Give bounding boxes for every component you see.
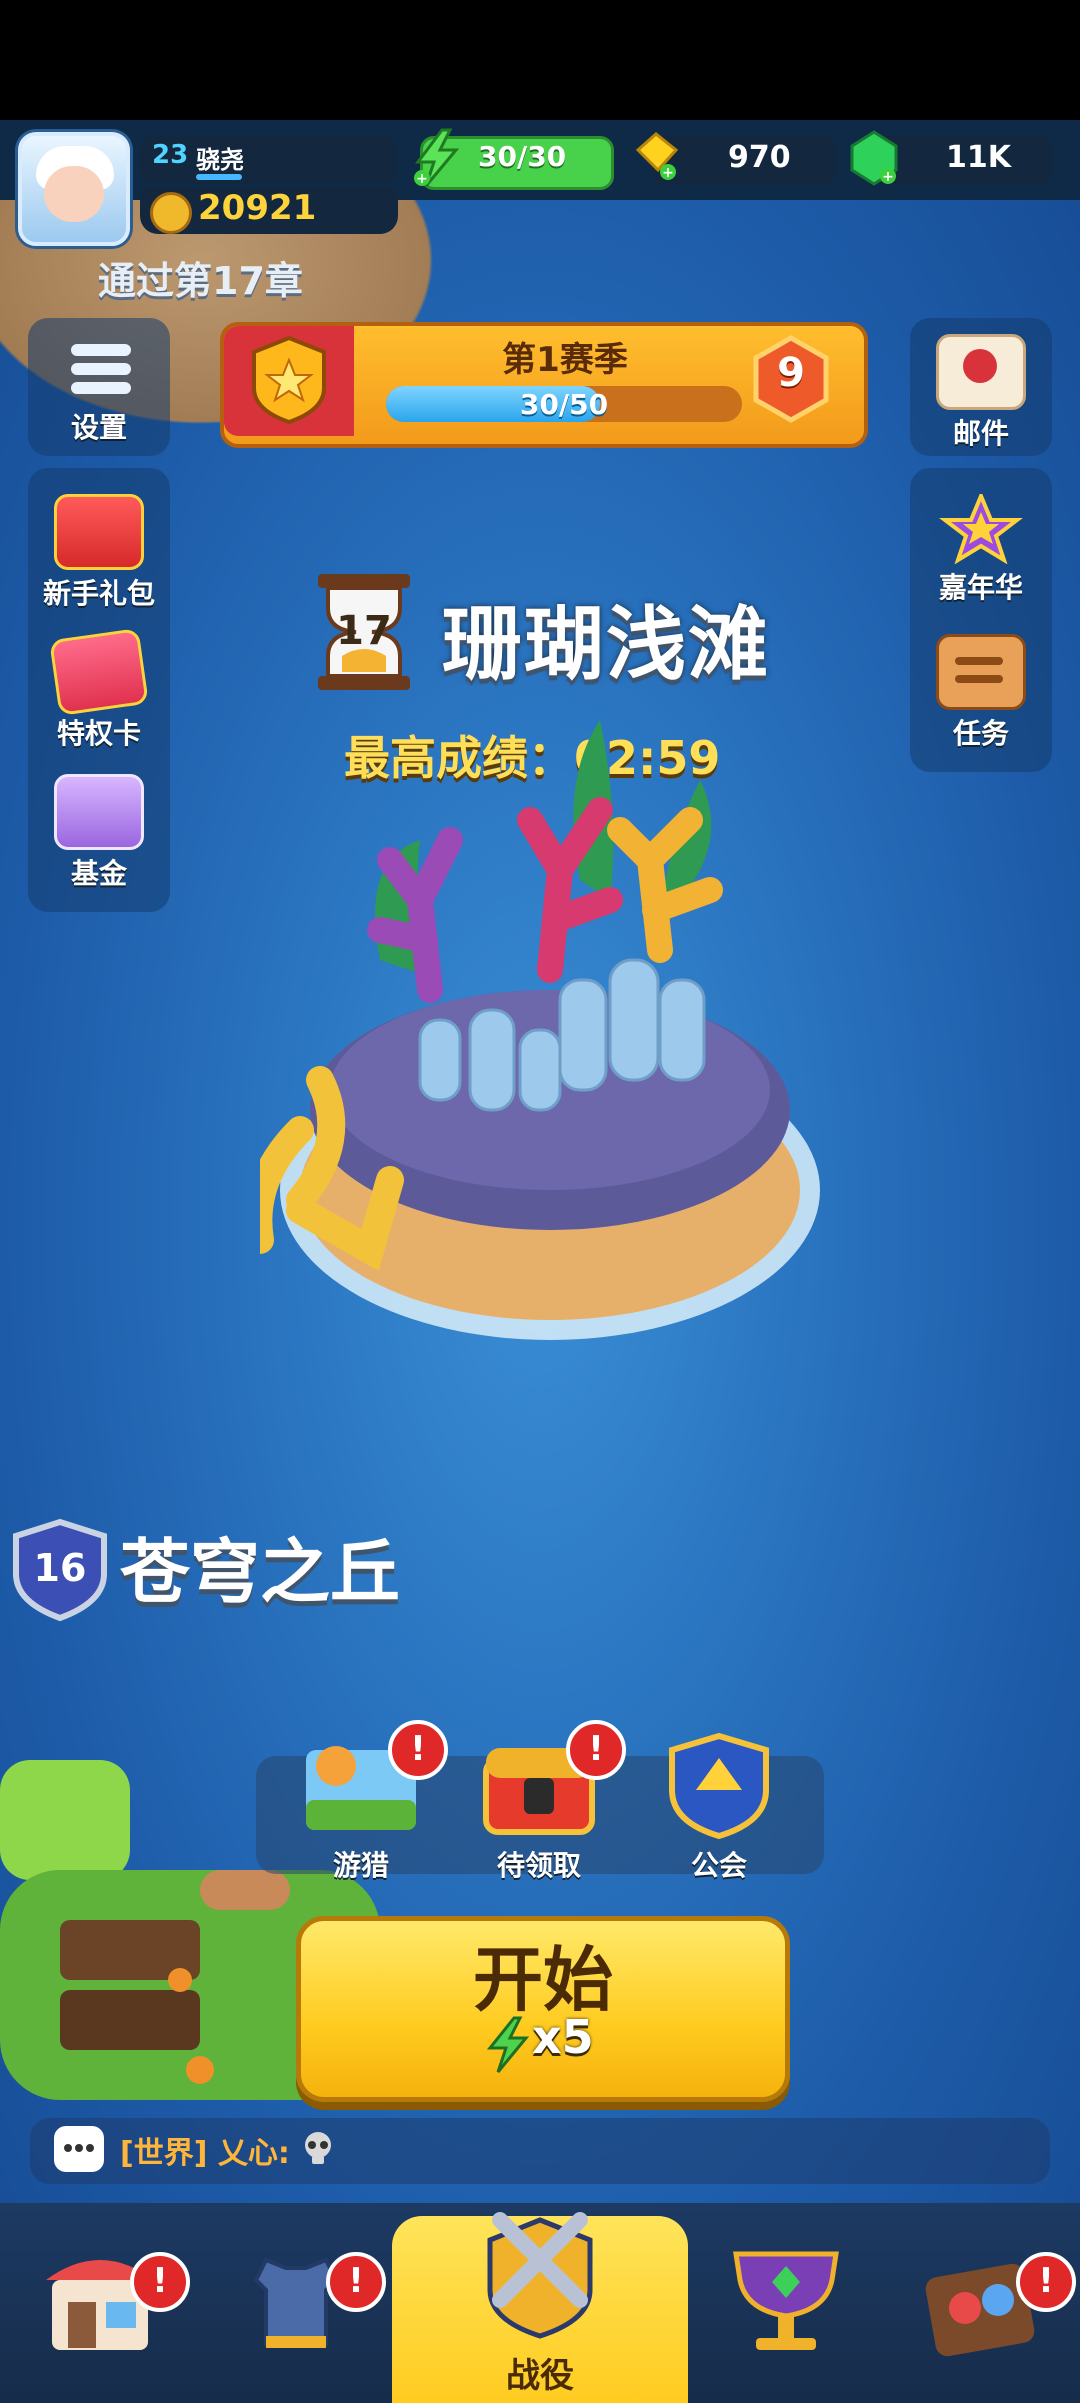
trophy-cup-icon: [733, 2251, 839, 2350]
carnival-label: 嘉年华: [938, 571, 1023, 604]
task-clipboard-icon: [936, 634, 1026, 710]
privilege-card-icon: [49, 628, 149, 716]
player-avatar[interactable]: [18, 132, 130, 246]
mail-envelope-icon: [936, 334, 1026, 410]
gold-value: 970: [728, 140, 791, 175]
guild-shield-icon: [669, 1732, 769, 1840]
carnival-star-icon: [939, 490, 1023, 565]
starter-pack-label: 新手礼包: [42, 577, 155, 610]
settings-label: 设置: [70, 411, 127, 444]
status-bar: [0, 0, 1080, 120]
pending-label: 待领取: [496, 1849, 581, 1882]
start-energy-cost: x5: [532, 2010, 594, 2064]
hunt-label: 游猎: [332, 1849, 389, 1882]
guild-button[interactable]: 公会: [654, 1730, 784, 1882]
guild-label: 公会: [690, 1849, 747, 1882]
gift-box-icon: [54, 494, 144, 570]
nav-ranking-tab[interactable]: [716, 2240, 856, 2380]
next-stage-number: 16: [33, 1546, 87, 1590]
treasure-chest-icon: [54, 774, 144, 850]
chat-message: [世界] 乂心:: [120, 2136, 290, 2171]
stage-number: 17: [336, 608, 392, 654]
privilege-card-button[interactable]: 特权卡: [28, 620, 170, 756]
svg-text:+: +: [416, 171, 428, 187]
svg-text:+: +: [662, 165, 674, 181]
events-alert-badge: !: [1016, 2252, 1076, 2312]
menu-list-icon: [57, 334, 141, 404]
fund-button[interactable]: 基金: [28, 760, 170, 896]
energy-bolt-icon: +: [414, 128, 460, 187]
season-star-badge-icon: [252, 335, 326, 425]
starter-pack-button[interactable]: 新手礼包: [28, 480, 170, 616]
gem-icon: +: [850, 130, 898, 186]
mail-label: 邮件: [952, 417, 1009, 450]
pending-alert-badge: !: [566, 1720, 626, 1780]
next-stage-name[interactable]: 苍穹之丘: [120, 1516, 400, 1617]
xp-bar: [196, 174, 242, 180]
equipment-alert-badge: !: [326, 2252, 386, 2312]
tasks-label: 任务: [952, 717, 1009, 750]
player-level: 23: [152, 140, 189, 170]
privilege-card-label: 特权卡: [56, 717, 141, 750]
shop-alert-badge: !: [130, 2252, 190, 2312]
carnival-button[interactable]: 嘉年华: [910, 480, 1052, 616]
chat-bubble-icon: [54, 2126, 104, 2172]
stage-name: 珊瑚浅滩: [442, 598, 770, 691]
settings-button[interactable]: 设置: [28, 320, 170, 456]
nav-campaign-tab[interactable]: [470, 2200, 610, 2340]
hunt-alert-badge: !: [388, 1720, 448, 1780]
trophy-count: 20921: [198, 188, 317, 228]
season-title: 第1赛季: [502, 340, 628, 380]
nav-campaign-label: 战役: [506, 2356, 574, 2396]
season-progress-text: 30/50: [519, 388, 609, 421]
energy-bolt-icon: [486, 2016, 530, 2073]
gem-value: 11K: [946, 140, 1011, 175]
skull-icon: [305, 2132, 331, 2164]
svg-text:+: +: [882, 169, 894, 185]
trophy-icon: [150, 192, 192, 234]
gold-bar-icon: +: [635, 132, 679, 181]
season-level: 9: [777, 350, 805, 396]
crossed-swords-icon: [487, 2212, 593, 2339]
coral-reef-island-image[interactable]: [260, 720, 820, 1360]
player-name: 骁尧: [196, 146, 244, 174]
mail-button[interactable]: 邮件: [910, 320, 1052, 456]
fund-label: 基金: [70, 857, 127, 890]
chapter-progress-text: 通过第17章: [98, 259, 303, 303]
energy-value: 30/30: [478, 140, 567, 173]
tasks-button[interactable]: 任务: [910, 620, 1052, 756]
